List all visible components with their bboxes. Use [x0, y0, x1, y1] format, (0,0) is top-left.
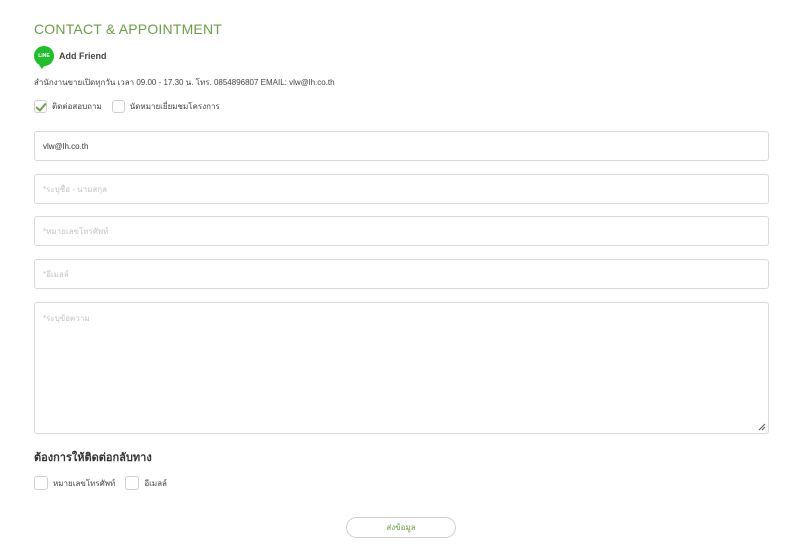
contact-back-heading: ต้องการให้ติดต่อกลับทาง — [34, 452, 152, 464]
section-title: CONTACT & APPOINTMENT — [34, 21, 223, 37]
name-input[interactable]: *ระบุชื่อ - นามสกุล — [34, 174, 769, 204]
message-textarea[interactable]: *ระบุข้อความ — [34, 302, 769, 434]
contact-phone-label: หมายเลขโทรศัพท์ — [53, 478, 116, 488]
inquiry-checkbox[interactable] — [34, 100, 47, 113]
phone-placeholder: *หมายเลขโทรศัพท์ — [43, 226, 109, 236]
submit-button[interactable]: ส่งข้อมูล — [346, 517, 456, 538]
add-friend-link[interactable]: Add Friend — [59, 51, 107, 61]
contact-email-label: อีเมลล์ — [144, 478, 167, 488]
resize-handle-icon[interactable] — [758, 423, 766, 431]
contact-back-group: หมายเลขโทรศัพท์ อีเมลล์ — [34, 476, 177, 490]
appointment-label: นัดหมายเยี่ยมชมโครงการ — [129, 102, 220, 111]
office-info-text: สำนักงานขายเปิดทุกวัน เวลา 09.00 - 17.30… — [34, 78, 335, 87]
recipient-email-field[interactable]: vlw@lh.co.th — [34, 131, 769, 161]
contact-phone-checkbox[interactable] — [34, 476, 48, 490]
inquiry-label: ติดต่อสอบถาม — [52, 102, 102, 111]
inquiry-type-group: ติดต่อสอบถาม นัดหมายเยี่ยมชมโครงการ — [34, 100, 230, 113]
email-input[interactable]: *อีเมลล์ — [34, 259, 769, 289]
line-icon: LINE — [34, 46, 54, 69]
recipient-email-value: vlw@lh.co.th — [43, 141, 89, 151]
contact-email-checkbox[interactable] — [125, 476, 140, 490]
appointment-checkbox[interactable] — [111, 100, 125, 113]
phone-input[interactable]: *หมายเลขโทรศัพท์ — [34, 216, 769, 246]
email-placeholder: *อีเมลล์ — [43, 269, 69, 279]
name-placeholder: *ระบุชื่อ - นามสกุล — [43, 184, 107, 194]
message-placeholder: *ระบุข้อความ — [43, 314, 90, 323]
line-add-friend[interactable]: LINE Add Friend — [34, 46, 107, 69]
